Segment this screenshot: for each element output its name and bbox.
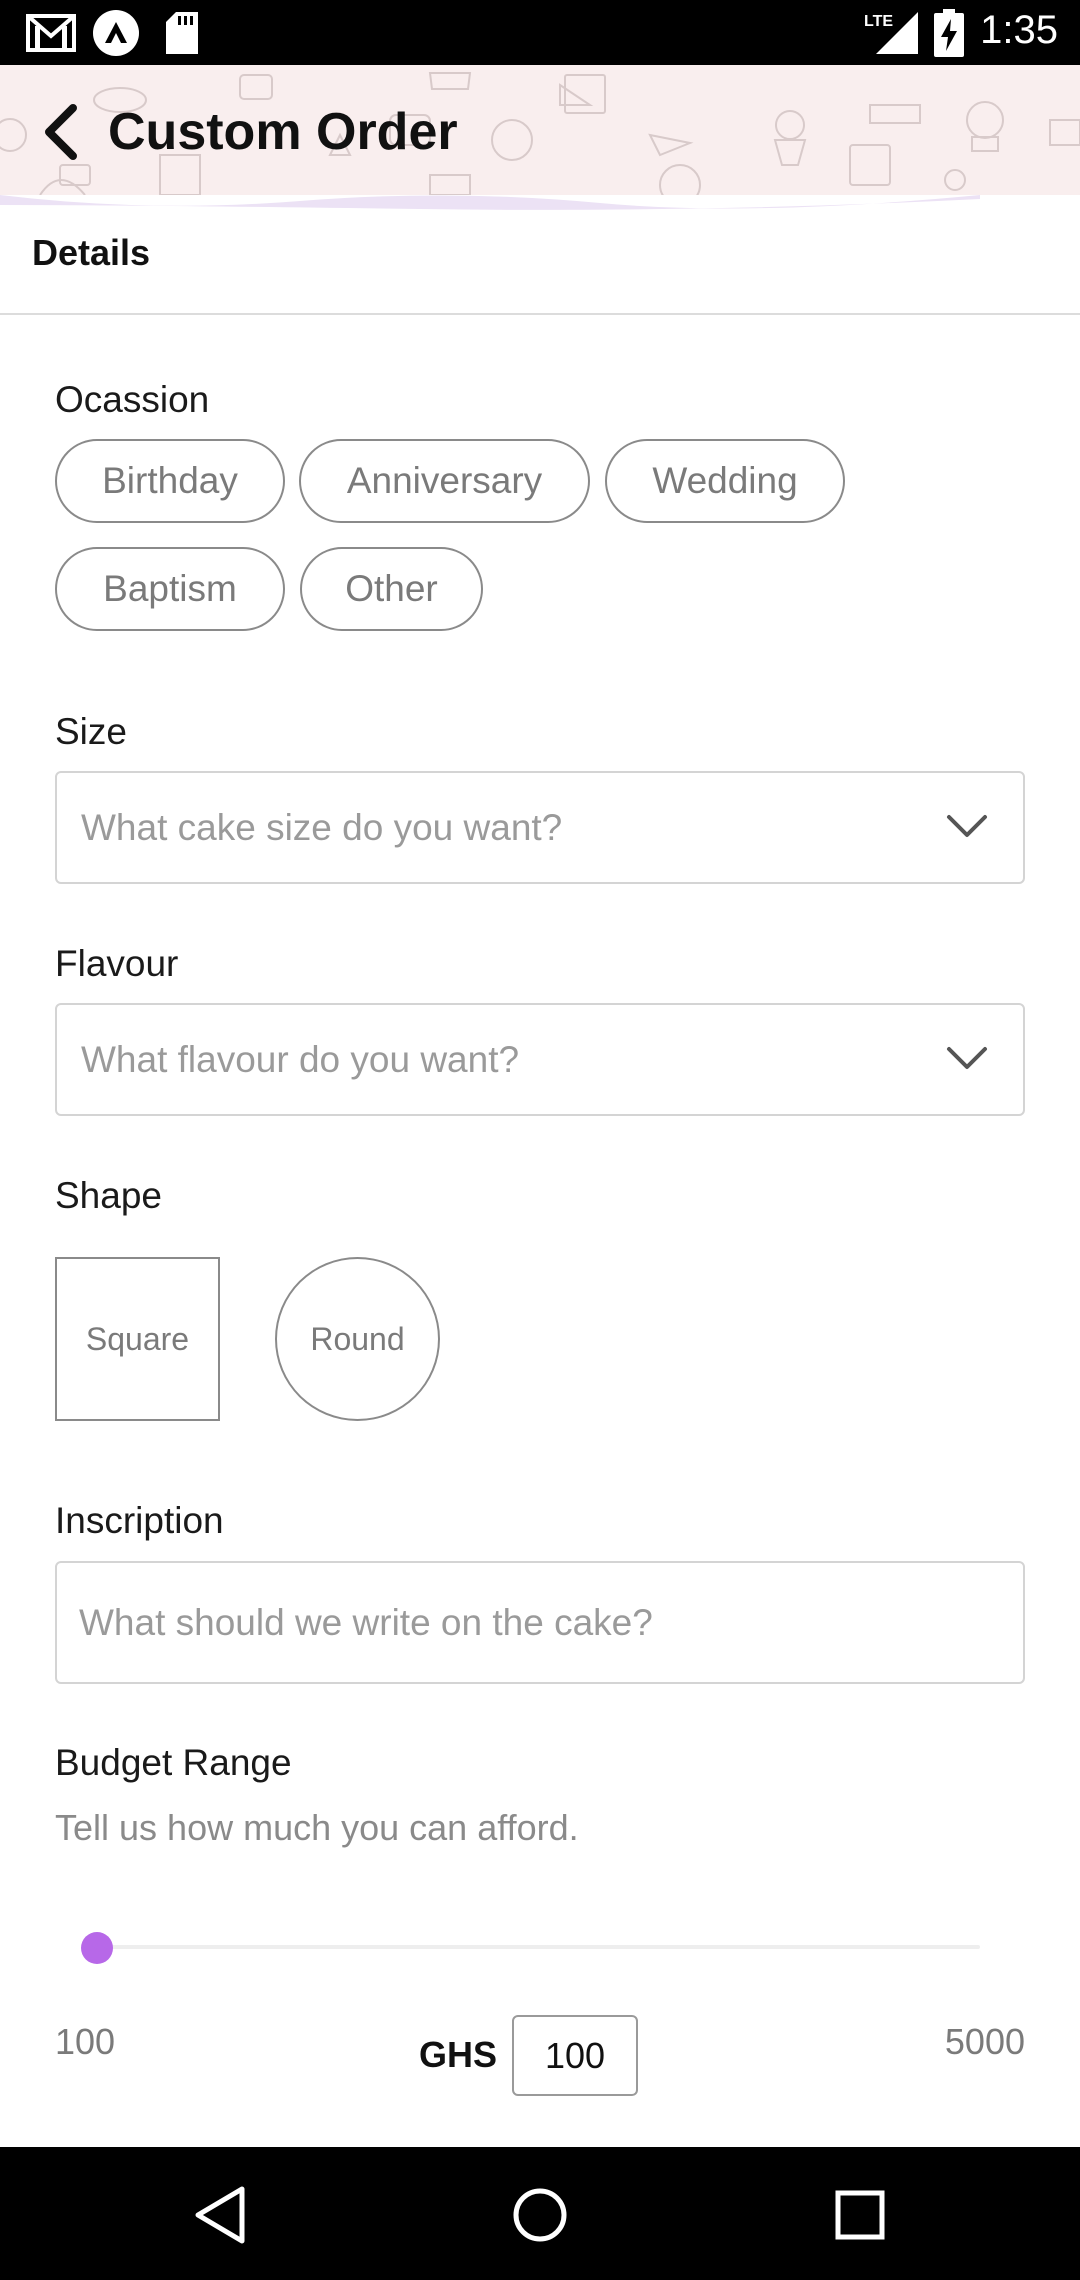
occasion-chip-other[interactable]: Other: [300, 547, 483, 631]
size-label: Size: [55, 711, 127, 752]
gmail-icon: [26, 14, 76, 52]
budget-slider-track[interactable]: [97, 1945, 980, 1949]
budget-amount-input[interactable]: 100: [512, 2015, 638, 2096]
chevron-down-icon: [947, 1047, 987, 1069]
budget-slider-thumb[interactable]: [81, 1932, 113, 1964]
occasion-chip-birthday[interactable]: Birthday: [55, 439, 285, 523]
sd-card-icon: [166, 12, 198, 54]
occasion-chip-anniversary[interactable]: Anniversary: [299, 439, 590, 523]
divider: [0, 313, 1080, 315]
flavour-label: Flavour: [55, 943, 179, 984]
back-nav-icon[interactable]: [182, 2177, 258, 2253]
flavour-select[interactable]: What flavour do you want?: [55, 1003, 1025, 1116]
status-time: 1:35: [980, 8, 1058, 52]
lte-signal-icon: LTE: [864, 12, 918, 54]
budget-label: Budget Range: [55, 1742, 292, 1783]
shape-option-round[interactable]: Round: [275, 1257, 440, 1421]
inscription-placeholder: What should we write on the cake?: [79, 1601, 653, 1643]
size-select[interactable]: What cake size do you want?: [55, 771, 1025, 884]
occasion-chip-wedding[interactable]: Wedding: [605, 439, 845, 523]
tab-details[interactable]: Details: [32, 232, 150, 274]
flavour-select-placeholder: What flavour do you want?: [81, 1038, 520, 1080]
budget-min-value: 100: [55, 2021, 116, 2062]
shape-option-square[interactable]: Square: [55, 1257, 220, 1421]
chevron-down-icon: [947, 815, 987, 837]
inscription-input[interactable]: What should we write on the cake?: [55, 1561, 1025, 1684]
navigation-bar: [0, 2147, 1080, 2280]
occasion-label: Ocassion: [55, 379, 210, 420]
shape-label: Shape: [55, 1175, 162, 1216]
back-button[interactable]: [36, 100, 86, 164]
budget-max-value: 5000: [944, 2021, 1025, 2062]
home-nav-icon[interactable]: [502, 2177, 578, 2253]
svg-text:LTE: LTE: [864, 13, 893, 30]
recents-nav-icon[interactable]: [822, 2177, 898, 2253]
header-wave-decoration: [0, 195, 980, 210]
currency-label: GHS: [419, 2034, 498, 2075]
budget-hint: Tell us how much you can afford.: [55, 1807, 579, 1848]
battery-charging-icon: [934, 9, 964, 57]
app-icon: [93, 10, 139, 56]
occasion-chip-baptism[interactable]: Baptism: [55, 547, 285, 631]
status-bar: LTE 1:35: [0, 0, 1080, 65]
page-title: Custom Order: [108, 103, 458, 161]
chevron-left-icon: [45, 104, 77, 160]
inscription-label: Inscription: [55, 1500, 224, 1541]
size-select-placeholder: What cake size do you want?: [81, 806, 563, 848]
